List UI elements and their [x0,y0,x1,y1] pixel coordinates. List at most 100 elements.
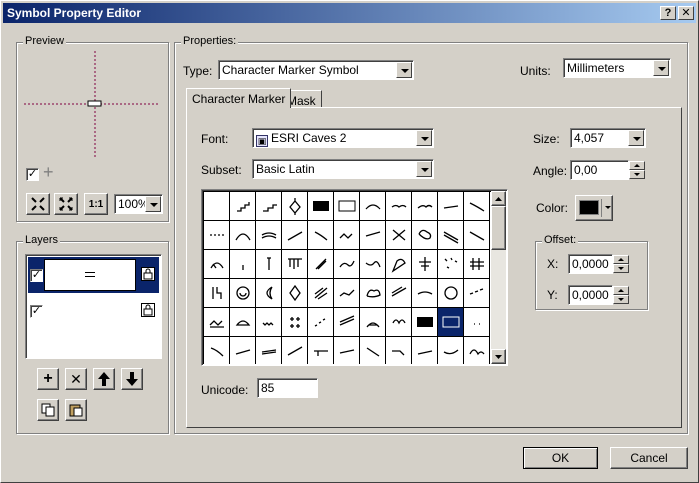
chevron-down-icon[interactable] [416,130,432,146]
character-cell[interactable] [360,308,386,337]
character-cell[interactable] [412,221,438,250]
actual-size-button[interactable]: 1:1 [84,193,108,215]
character-cell[interactable] [386,221,412,250]
zoom-level-combo[interactable]: 100% [114,194,163,214]
character-cell[interactable] [204,337,230,364]
character-grid-cells[interactable] [203,191,491,364]
move-layer-up-button[interactable] [93,368,115,390]
character-cell[interactable] [386,308,412,337]
character-cell[interactable] [308,250,334,279]
character-cell[interactable] [308,279,334,308]
character-cell[interactable] [256,250,282,279]
layer-row-selected[interactable]: ✓ [28,257,159,293]
lock-icon[interactable] [141,303,155,317]
close-button[interactable]: ✕ [678,6,694,20]
character-cell[interactable] [204,308,230,337]
angle-spinner[interactable] [629,161,645,179]
layers-list[interactable]: ✓ ✓ [25,254,162,359]
character-cell[interactable] [256,308,282,337]
character-cell[interactable] [334,308,360,337]
type-combo[interactable]: Character Marker Symbol [218,60,414,80]
character-cell[interactable] [438,192,464,221]
chevron-down-icon[interactable] [416,161,432,177]
character-cell[interactable] [282,250,308,279]
size-combo[interactable]: 4,057 [570,128,646,148]
paste-layer-button[interactable] [65,399,87,421]
offset-y-up-icon[interactable] [613,286,629,295]
character-cell[interactable] [230,279,256,308]
character-cell[interactable] [438,250,464,279]
character-cell[interactable] [282,279,308,308]
character-cell[interactable] [360,192,386,221]
copy-layer-button[interactable] [37,399,59,421]
character-cell[interactable] [438,221,464,250]
character-cell[interactable] [334,279,360,308]
help-button[interactable]: ? [660,6,676,20]
character-cell[interactable] [230,337,256,364]
preview-grid-checkbox[interactable]: ✓ [26,168,39,181]
character-cell[interactable] [360,337,386,364]
units-combo[interactable]: Millimeters [563,58,671,78]
character-cell[interactable] [464,221,490,250]
character-cell[interactable] [256,221,282,250]
character-cell[interactable] [464,308,490,337]
cancel-button[interactable]: Cancel [610,447,688,469]
character-cell[interactable] [360,250,386,279]
character-cell[interactable] [464,337,490,364]
character-cell[interactable] [438,337,464,364]
character-cell[interactable] [386,337,412,364]
tab-character-marker[interactable]: Character Marker [186,88,292,108]
angle-up-icon[interactable] [629,161,645,170]
chevron-down-icon[interactable] [628,130,644,146]
character-cell[interactable] [334,221,360,250]
character-cell[interactable] [308,221,334,250]
character-cell[interactable] [386,279,412,308]
color-picker-button[interactable] [575,195,613,221]
character-cell[interactable] [308,308,334,337]
offset-x-up-icon[interactable] [613,255,629,264]
character-cell[interactable] [282,192,308,221]
character-cell[interactable] [204,192,230,221]
font-combo[interactable]: ▣ ESRI Caves 2 [252,128,434,148]
character-cell[interactable] [412,250,438,279]
character-cell[interactable] [256,192,282,221]
character-cell[interactable] [386,250,412,279]
character-cell[interactable] [334,250,360,279]
character-cell[interactable] [230,308,256,337]
character-cell[interactable] [334,192,360,221]
character-cell[interactable] [438,279,464,308]
delete-layer-button[interactable]: ✕ [65,368,87,390]
offset-y-field[interactable]: 0,0000 [568,285,613,305]
chevron-down-icon[interactable] [396,62,412,78]
scroll-down-button[interactable] [491,349,506,364]
character-cell[interactable] [256,279,282,308]
character-cell[interactable] [386,192,412,221]
zoom-in-button[interactable] [26,193,50,215]
offset-y-spinner[interactable] [613,286,629,304]
character-cell[interactable] [360,221,386,250]
unicode-field[interactable]: 85 [257,378,318,398]
move-layer-down-button[interactable] [121,368,143,390]
character-cell[interactable] [360,279,386,308]
character-cell[interactable] [204,250,230,279]
character-cell[interactable] [256,337,282,364]
character-cell[interactable] [204,279,230,308]
subset-combo[interactable]: Basic Latin [252,159,434,179]
character-cell[interactable] [282,337,308,364]
character-cell[interactable] [464,192,490,221]
character-cell[interactable] [282,221,308,250]
layer-row[interactable]: ✓ [28,295,159,331]
ok-button[interactable]: OK [523,447,598,469]
offset-x-field[interactable]: 0,0000 [568,254,613,274]
character-cell[interactable] [412,337,438,364]
character-cell[interactable] [464,250,490,279]
chevron-down-icon[interactable] [653,60,669,76]
character-cell[interactable] [308,337,334,364]
scroll-thumb[interactable] [491,206,506,250]
character-cell[interactable] [334,337,360,364]
lock-icon[interactable] [141,267,155,281]
scroll-up-button[interactable] [491,191,506,206]
offset-x-down-icon[interactable] [613,264,629,273]
character-cell[interactable] [412,308,438,337]
character-cell[interactable] [282,308,308,337]
